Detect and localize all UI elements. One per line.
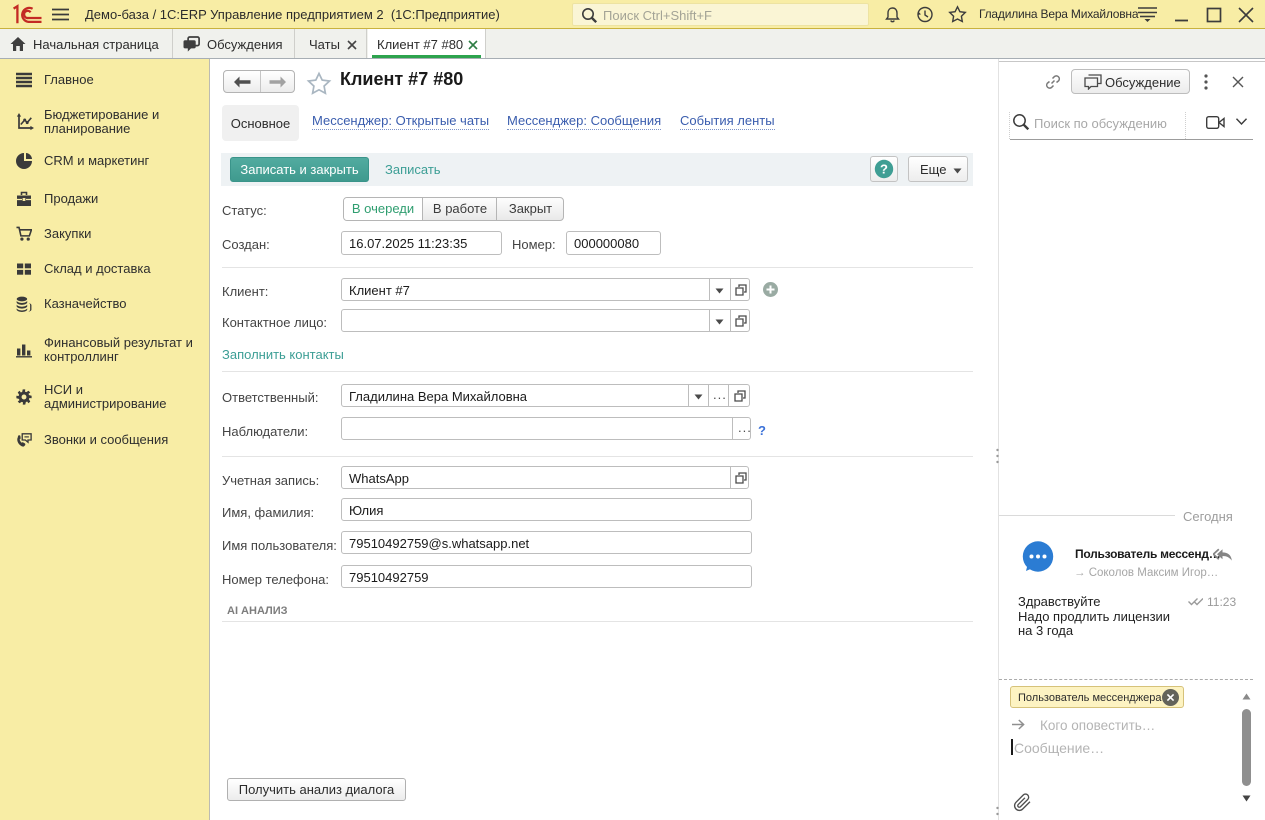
svg-text:?: ? bbox=[880, 162, 888, 177]
